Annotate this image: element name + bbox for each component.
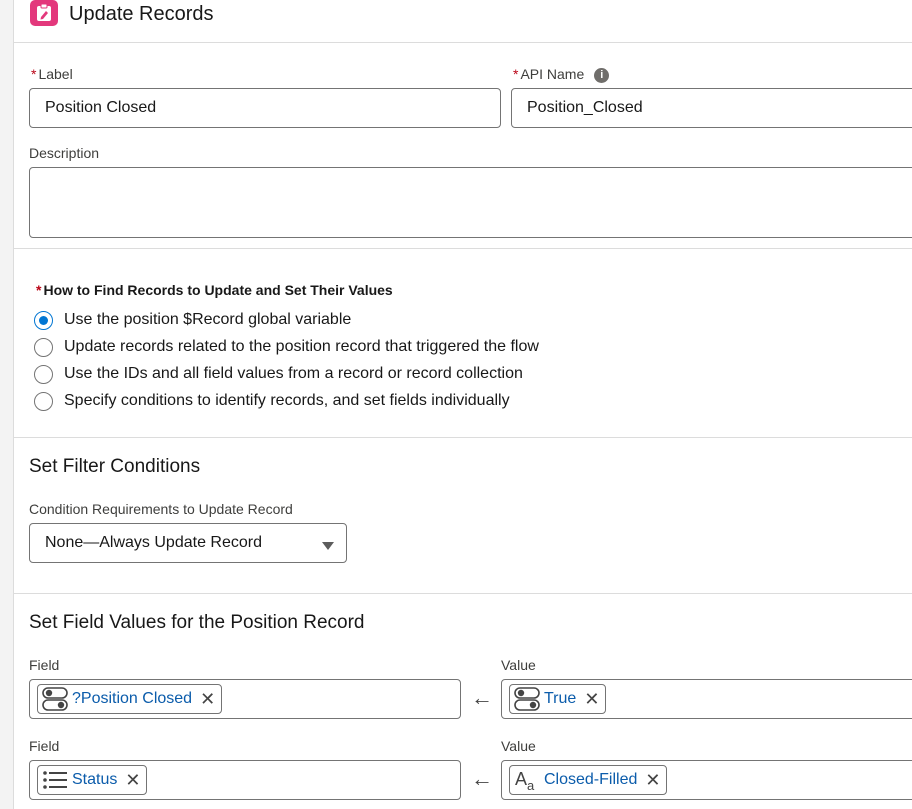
select-value: None—Always Update Record: [45, 534, 262, 551]
radio-label: Use the position $Record global variable: [64, 311, 352, 328]
field-values-section-title: Set Field Values for the Position Record: [29, 612, 365, 633]
close-icon[interactable]: ✕: [200, 690, 215, 708]
label-input[interactable]: Position Closed: [29, 88, 501, 128]
arrow-left-icon: ←: [471, 685, 493, 710]
pill-label: True: [544, 690, 577, 707]
value-input[interactable]: True ✕: [501, 679, 912, 719]
close-icon[interactable]: ✕: [645, 771, 660, 789]
value-label: Value: [501, 657, 536, 673]
panel-header: Update Records: [14, 0, 912, 43]
field-pill: ?Position Closed ✕: [37, 684, 223, 714]
text-icon: Aa: [514, 768, 540, 792]
api-name-input[interactable]: Position_Closed: [511, 88, 912, 128]
radio-label: Specify conditions to identify records, …: [64, 392, 510, 409]
arrow-left-icon: ←: [471, 766, 493, 791]
radio-button[interactable]: [34, 337, 53, 357]
description-textarea[interactable]: [29, 167, 912, 238]
radio-button[interactable]: [34, 310, 53, 330]
radio-option-related-records[interactable]: Update records related to the position r…: [34, 336, 539, 358]
panel-title: Update Records: [69, 3, 214, 25]
field-label: Field: [29, 738, 60, 754]
radio-label: Use the IDs and all field values from a …: [64, 365, 523, 382]
required-mark: *: [513, 66, 519, 82]
radio-button[interactable]: [34, 364, 53, 384]
pill-label: Closed-Filled: [544, 771, 638, 788]
value-pill: True ✕: [509, 684, 607, 714]
radio-button[interactable]: [34, 391, 53, 411]
left-rail: [0, 0, 14, 809]
condition-requirements-select[interactable]: None—Always Update Record: [29, 523, 347, 563]
field-input[interactable]: ?Position Closed ✕: [29, 679, 461, 719]
svg-text:a: a: [527, 778, 535, 792]
svg-text:A: A: [515, 769, 527, 789]
radio-option-ids-and-values[interactable]: Use the IDs and all field values from a …: [34, 363, 523, 385]
api-name-field-label: * API Name i: [513, 66, 610, 83]
radio-option-record-variable[interactable]: Use the position $Record global variable: [34, 309, 351, 331]
toggle-icon: [514, 687, 540, 711]
pill-label: Status: [72, 771, 118, 788]
divider: [14, 437, 912, 438]
value-input[interactable]: Aa Closed-Filled ✕: [501, 760, 912, 800]
field-input[interactable]: Status ✕: [29, 760, 461, 800]
filter-section-title: Set Filter Conditions: [29, 456, 201, 477]
value-label: Value: [501, 738, 536, 754]
required-mark: *: [31, 66, 37, 82]
toggle-icon: [42, 687, 68, 711]
pill-label: ?Position Closed: [72, 690, 193, 707]
value-pill: Aa Closed-Filled ✕: [509, 765, 668, 795]
divider: [14, 593, 912, 594]
picklist-icon: [42, 769, 68, 791]
field-label: Field: [29, 657, 60, 673]
info-icon[interactable]: i: [594, 68, 610, 83]
condition-requirements-label: Condition Requirements to Update Record: [29, 501, 293, 517]
field-pill: Status ✕: [37, 765, 148, 795]
how-to-find-label: * How to Find Records to Update and Set T…: [36, 282, 393, 298]
radio-label: Update records related to the position r…: [64, 338, 539, 355]
close-icon[interactable]: ✕: [584, 690, 599, 708]
label-field-label: * Label: [31, 66, 73, 82]
close-icon[interactable]: ✕: [125, 771, 140, 789]
radio-option-specify-conditions[interactable]: Specify conditions to identify records, …: [34, 390, 510, 412]
chevron-down-icon: [322, 542, 334, 550]
description-label: Description: [29, 145, 100, 161]
update-records-icon: [30, 0, 58, 26]
divider: [14, 248, 912, 249]
